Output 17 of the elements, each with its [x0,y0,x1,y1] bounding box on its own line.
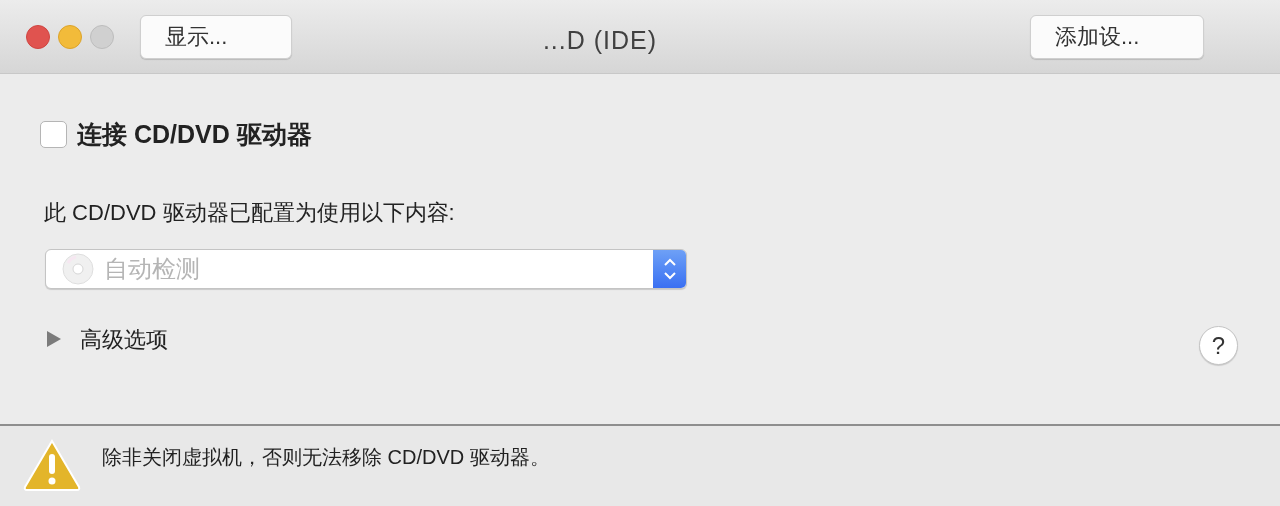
warning-message: 除非关闭虚拟机，否则无法移除 CD/DVD 驱动器。 [102,445,550,470]
show-button[interactable]: 显示... [140,14,292,59]
zoom-icon[interactable] [90,24,114,49]
connect-checkbox[interactable] [40,121,67,149]
help-button[interactable]: ? [1199,326,1238,365]
stepper-icon [653,249,686,288]
select-value: 自动检测 [104,253,200,284]
window-title: ...D (IDE) [541,25,659,56]
advanced-options-label[interactable]: 高级选项 [80,322,168,356]
close-icon[interactable] [26,24,50,49]
disclosure-triangle-icon[interactable] [46,330,62,348]
connect-label: 连接 CD/DVD 驱动器 [77,119,312,150]
minimize-icon[interactable] [58,24,82,49]
add-device-button[interactable]: 添加设... [1030,14,1204,59]
warning-icon [22,438,82,492]
disc-icon [62,252,94,285]
config-label: 此 CD/DVD 驱动器已配置为使用以下内容: [44,198,456,227]
